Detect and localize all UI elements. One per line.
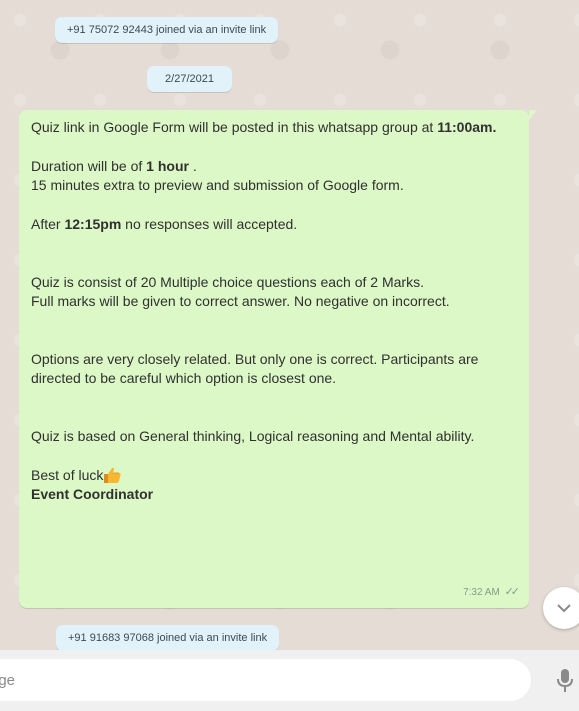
bold-time: 11:00am. — [437, 119, 497, 135]
message-line-wish: Best of luck — [31, 466, 517, 485]
message-line-basis: Quiz is based on General thinking, Logic… — [31, 428, 475, 444]
mic-icon[interactable] — [555, 668, 575, 694]
message-bubble[interactable]: Quiz link in Google Form will be posted … — [19, 110, 537, 608]
system-message-joined: +91 75072 92443 joined via an invite lin… — [55, 17, 279, 43]
bubble-tail — [529, 110, 537, 120]
system-message-joined-2: +91 91683 97068 joined via an invite lin… — [56, 625, 280, 651]
message-line-quiz-structure: Quiz is consist of 20 Multiple choice qu… — [31, 274, 424, 290]
message-line-deadline: After 12:15pm no responses will accepted… — [31, 216, 298, 232]
message-line-marking: Full marks will be given to correct answ… — [31, 293, 450, 309]
thumbs-up-emoji-icon — [103, 467, 121, 483]
bold-deadline: 12:15pm — [64, 216, 122, 232]
scroll-down-button[interactable] — [543, 587, 579, 629]
message-line-duration: Duration will be of 1 hour . — [31, 158, 197, 174]
message-signature: Event Coordinator — [31, 486, 154, 502]
chevron-down-icon — [557, 604, 571, 613]
date-separator: 2/27/2021 — [147, 66, 232, 92]
message-line-options: Options are very closely related. But on… — [31, 351, 479, 386]
message-line-quiz-link: Quiz link in Google Form will be posted … — [31, 119, 497, 135]
message-input[interactable] — [0, 659, 510, 701]
double-check-icon: ✓✓ — [504, 586, 521, 598]
composer-bar — [0, 650, 579, 711]
message-line-extra: 15 minutes extra to preview and submissi… — [31, 177, 404, 193]
message-input-container[interactable] — [0, 659, 531, 701]
message-timestamp: 7:32 AM — [463, 587, 500, 598]
bold-duration: 1 hour — [146, 158, 189, 174]
message-meta: 7:32 AM ✓✓ — [463, 583, 521, 602]
